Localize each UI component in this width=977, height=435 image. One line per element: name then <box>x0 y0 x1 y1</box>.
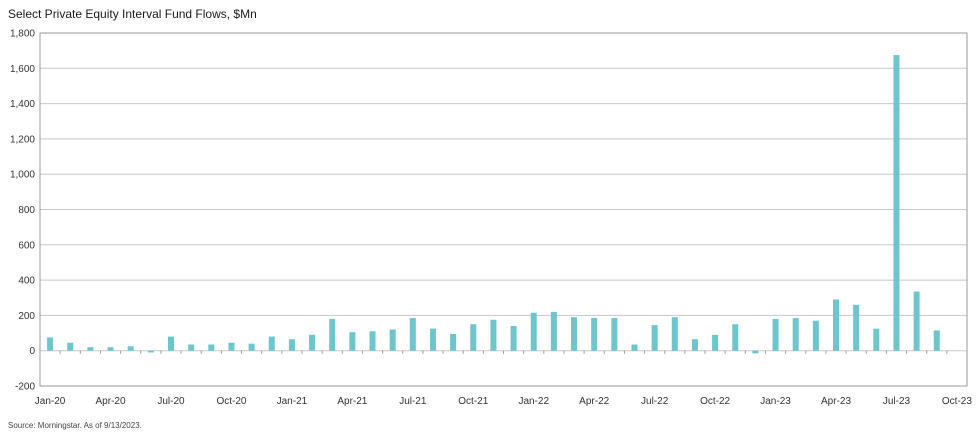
bar-Jul-23 <box>893 55 900 351</box>
bar-Mar-20 <box>87 347 94 351</box>
bar-Mar-21 <box>329 318 336 351</box>
bar-May-23 <box>853 304 860 351</box>
bar-Nov-20 <box>248 343 255 351</box>
y-tick-label: 0 <box>29 346 35 357</box>
bar-Jul-22 <box>651 325 658 351</box>
bar-Oct-20 <box>228 342 235 351</box>
x-tick-label: Jan-20 <box>35 396 66 407</box>
bar-Aug-23 <box>913 291 920 351</box>
bar-Mar-22 <box>571 317 578 351</box>
y-tick-label: 600 <box>18 240 35 251</box>
bar-Jan-22 <box>530 312 537 351</box>
bar-Feb-21 <box>309 334 316 351</box>
x-tick-label: Apr-20 <box>96 396 126 407</box>
bar-Jun-23 <box>873 328 880 351</box>
bar-May-21 <box>369 331 376 351</box>
bars <box>47 55 968 354</box>
bar-Feb-20 <box>67 342 74 351</box>
x-tick-label: Jul-21 <box>399 396 427 407</box>
bar-Feb-22 <box>550 311 557 351</box>
x-tick-label: Jul-20 <box>157 396 185 407</box>
bar-Jul-20 <box>167 336 174 351</box>
y-tick-label: 1,800 <box>10 29 35 40</box>
bar-Oct-22 <box>712 334 719 351</box>
bar-May-22 <box>611 318 618 351</box>
bar-Nov-21 <box>490 319 497 351</box>
y-tick-label: 1,600 <box>10 64 35 75</box>
x-tick-label: Jul-23 <box>883 396 911 407</box>
bar-Sep-20 <box>208 344 215 351</box>
x-tick-label: Jan-21 <box>277 396 308 407</box>
x-tick-label: Oct-20 <box>216 396 246 407</box>
bar-Jun-20 <box>147 350 154 353</box>
bar-Feb-23 <box>792 318 799 351</box>
x-tick-label: Oct-21 <box>458 396 488 407</box>
y-tick-label: 1,000 <box>10 170 35 181</box>
chart-source: Source: Morningstar. As of 9/13/2023. <box>8 421 142 430</box>
y-tick-label: 800 <box>18 205 35 216</box>
x-tick-label: Jan-23 <box>760 396 791 407</box>
x-axis-ticks: Jan-20 Apr-20 Jul-20 Oct-20 Jan-21 Apr-21 Jul-… <box>35 396 973 407</box>
bar-Dec-20 <box>268 336 275 351</box>
bar-Jan-20 <box>47 337 54 351</box>
x-tick-label: Oct-23 <box>942 396 972 407</box>
bar-Dec-22 <box>752 350 759 354</box>
gridlines <box>40 32 967 387</box>
x-tick-label: Apr-21 <box>337 396 367 407</box>
bar-Sep-21 <box>450 333 457 351</box>
bar-Nov-22 <box>732 324 739 351</box>
bar-Oct-21 <box>470 324 477 351</box>
bar-Dec-21 <box>510 325 517 351</box>
bar-Apr-22 <box>591 318 598 351</box>
x-tick-label: Apr-22 <box>579 396 609 407</box>
bar-Sep-23 <box>933 330 940 351</box>
bar-Jun-22 <box>631 344 638 351</box>
bar-Aug-20 <box>188 344 195 351</box>
bar-Apr-20 <box>107 347 114 351</box>
bar-Jan-23 <box>772 318 779 351</box>
x-tick-label: Jul-22 <box>641 396 669 407</box>
x-tick-label: Oct-22 <box>700 396 730 407</box>
bar-Aug-22 <box>671 317 678 351</box>
bar-Jul-21 <box>409 318 416 351</box>
x-tick-label: Apr-23 <box>821 396 851 407</box>
y-tick-label: 200 <box>18 311 35 322</box>
y-tick-label: -200 <box>15 382 35 393</box>
bar-chart: -200 0 200 400 600 800 1,000 1,200 1,400 1,600 1,8… <box>10 29 973 408</box>
bar-Apr-23 <box>833 299 840 351</box>
bar-Sep-22 <box>691 339 698 351</box>
y-tick-label: 1,200 <box>10 134 35 145</box>
y-tick-label: 1,400 <box>10 99 35 110</box>
bar-Jun-21 <box>389 329 396 351</box>
bar-Aug-21 <box>429 328 436 351</box>
bar-May-20 <box>127 346 134 351</box>
y-tick-label: 400 <box>18 276 35 287</box>
bar-Jan-21 <box>288 339 295 351</box>
bar-Apr-21 <box>349 332 356 351</box>
x-tick-label: Jan-22 <box>518 396 549 407</box>
bar-Mar-23 <box>812 320 819 351</box>
y-axis-ticks: -200 0 200 400 600 800 1,000 1,200 1,400 1,600 1,8… <box>10 29 35 393</box>
